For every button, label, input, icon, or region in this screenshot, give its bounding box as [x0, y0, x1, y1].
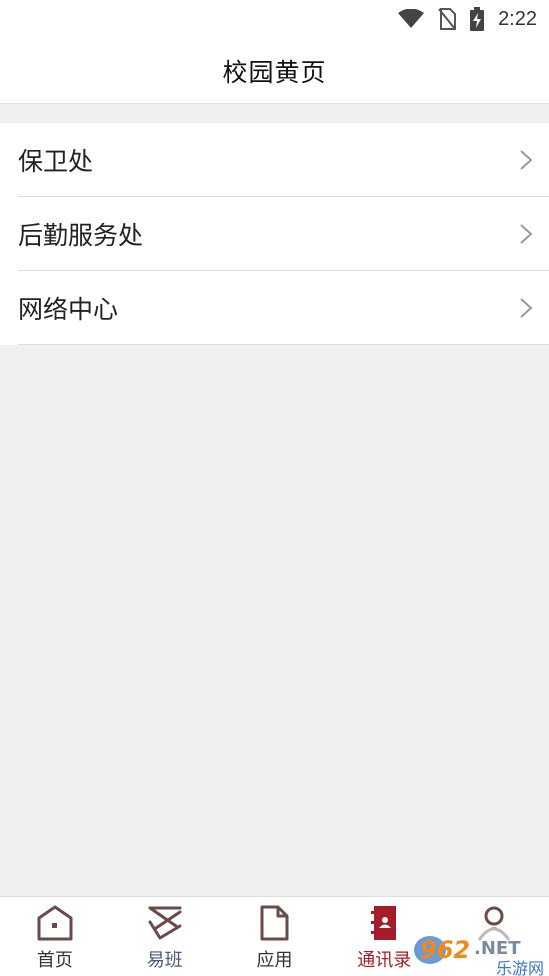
wifi-icon: [398, 9, 425, 28]
no-sim-icon: [438, 8, 457, 30]
nav-item-apps[interactable]: 应用: [220, 897, 330, 976]
yiban-icon: [148, 906, 182, 940]
nav-label-contacts: 通讯录: [357, 950, 412, 971]
chevron-right-icon: [520, 223, 533, 244]
app-bar: 校园黄页: [0, 38, 549, 104]
home-icon: [37, 905, 73, 941]
svg-text:乐游网: 乐游网: [496, 959, 544, 976]
document-icon: [260, 905, 289, 941]
nav-label-home: 首页: [36, 950, 73, 971]
list-item-security-office[interactable]: 保卫处: [18, 123, 549, 197]
contacts-book-icon: [371, 906, 397, 940]
list-item-logistics-office[interactable]: 后勤服务处: [18, 197, 549, 271]
svg-text:962: 962: [420, 936, 470, 964]
list-item-label: 保卫处: [18, 146, 94, 176]
site-watermark-logo: 962 .NET 乐游网: [412, 928, 549, 976]
chevron-right-icon: [520, 149, 533, 170]
directory-list: 保卫处 后勤服务处 网络中心: [0, 123, 549, 345]
nav-item-yiban[interactable]: 易班: [110, 897, 220, 976]
svg-text:.NET: .NET: [474, 938, 521, 959]
status-time: 2:22: [498, 7, 537, 30]
battery-charging-icon: [470, 7, 485, 31]
page-title: 校园黄页: [222, 57, 327, 87]
nav-label-yiban: 易班: [146, 950, 183, 971]
chevron-right-icon: [520, 297, 533, 318]
list-item-label: 网络中心: [18, 294, 119, 324]
list-item-network-center[interactable]: 网络中心: [18, 271, 549, 345]
nav-label-apps: 应用: [256, 950, 293, 971]
list-item-label: 后勤服务处: [18, 220, 144, 250]
nav-item-home[interactable]: 首页: [0, 897, 110, 976]
status-bar: 2:22: [0, 0, 549, 38]
